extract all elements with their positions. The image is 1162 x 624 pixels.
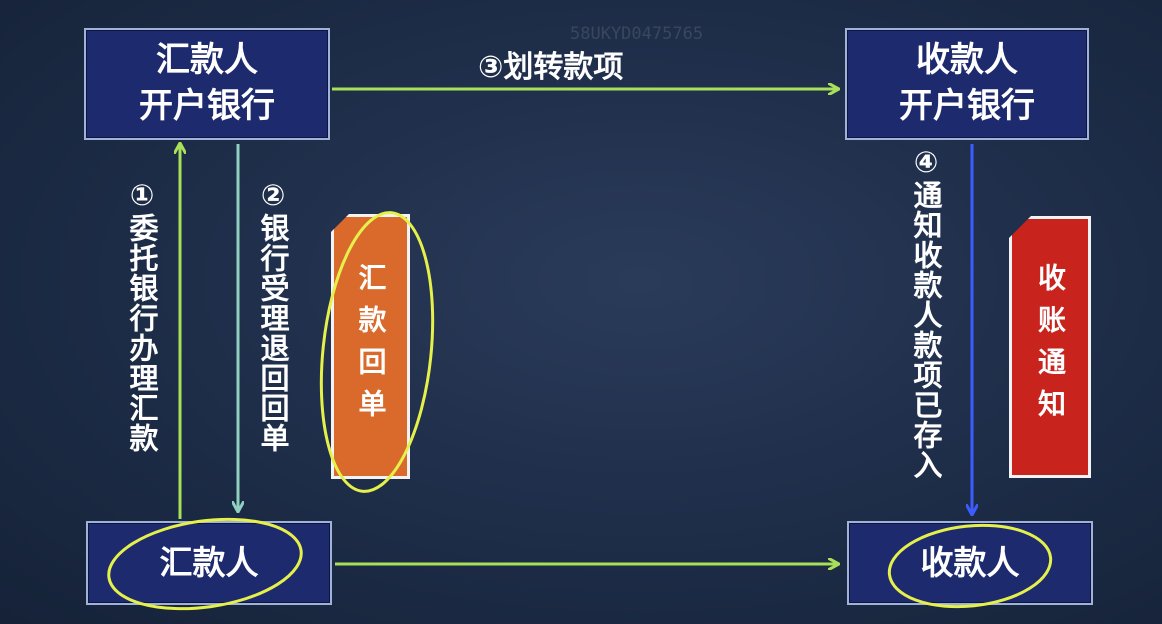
payee-node: 收款人 xyxy=(847,521,1093,605)
payee-bank-line1: 收款人 xyxy=(916,40,1018,81)
payee-label: 收款人 xyxy=(920,542,1020,582)
step2-label: ②银行受理退回回单 xyxy=(256,178,290,453)
payer-node: 汇款人 xyxy=(86,521,332,605)
remit-receipt-card: 汇款回单 xyxy=(331,214,410,479)
step3-label: ③划转款项 xyxy=(478,50,624,85)
payer-bank-line1: 汇款人 xyxy=(156,40,258,81)
payer-bank-line2: 开户银行 xyxy=(139,86,275,126)
payee-bank-line2: 开户银行 xyxy=(899,86,1035,126)
payee-bank-node: 收款人 开户银行 xyxy=(845,28,1089,140)
receipt-notice-text: 收账通知 xyxy=(1034,263,1067,431)
receipt-notice-card: 收账通知 xyxy=(1009,216,1091,478)
payer-label: 汇款人 xyxy=(159,542,259,582)
payer-bank-node: 汇款人 开户银行 xyxy=(84,28,330,140)
remit-receipt-text: 汇款回单 xyxy=(354,262,388,431)
step4-label: ④通知收款人款项已存入 xyxy=(909,145,943,480)
step1-label: ①委托银行办理汇款 xyxy=(125,178,159,453)
